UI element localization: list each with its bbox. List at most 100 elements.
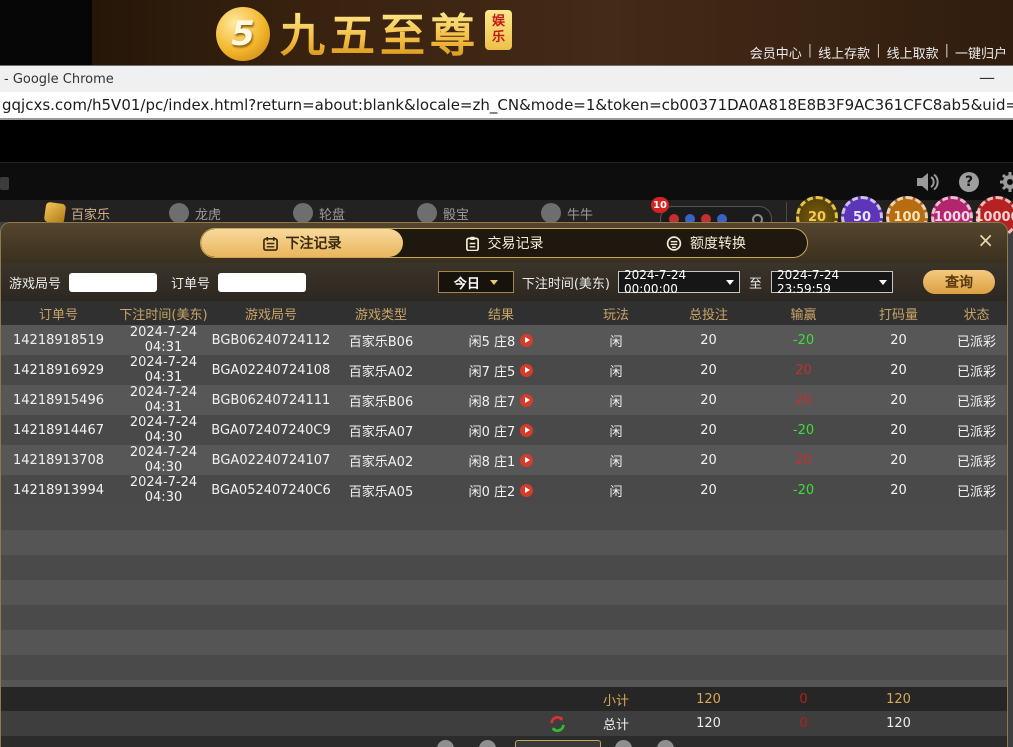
to-label: 至 (749, 273, 762, 292)
url-text[interactable]: gqjcxs.com/h5V01/pc/index.html?return=ab… (2, 96, 1013, 114)
nav-separator: | (876, 43, 880, 62)
cell-status: 已派彩 (946, 361, 1007, 380)
category-item-dragon-tiger[interactable]: 龙虎 (169, 203, 241, 223)
refresh-icon[interactable] (548, 715, 567, 733)
cell-game-type: 百家乐A07 (331, 421, 431, 440)
cell-total-bet: 20 (661, 423, 756, 438)
url-bar[interactable]: gqjcxs.com/h5V01/pc/index.html?return=ab… (0, 92, 1013, 120)
search-button[interactable]: 查询 (923, 270, 995, 294)
cell-play: 闲 (571, 331, 661, 350)
cell-status: 已派彩 (946, 421, 1007, 440)
header-win-loss: 输赢 (756, 304, 851, 323)
pagination-last-button[interactable] (657, 740, 674, 747)
category-label: 骰宝 (443, 204, 469, 223)
play-icon[interactable] (520, 364, 533, 377)
filter-bar: 游戏局号 订单号 今日 下注时间(美东) 2024-7-24 00:00:00 … (1, 263, 1007, 301)
play-icon[interactable] (520, 424, 533, 437)
game-round-label: 游戏局号 (9, 273, 61, 292)
play-icon[interactable] (520, 454, 533, 467)
nav-deposit[interactable]: 线上存款 (818, 43, 870, 62)
cell-play: 闲 (571, 361, 661, 380)
cell-play: 闲 (571, 391, 661, 410)
cell-status: 已派彩 (946, 451, 1007, 470)
cell-game-type: 百家乐B06 (331, 391, 431, 410)
pagination-next-button[interactable] (615, 740, 632, 747)
cell-bet-time: 2024-7-24 04:31 (116, 385, 211, 415)
table-row[interactable]: 14218913994 2024-7-24 04:30 BGA052407240… (1, 475, 1007, 505)
notification-badge: 10 (651, 197, 669, 213)
header-total-bet: 总投注 (661, 304, 756, 323)
table-row[interactable]: 14218914467 2024-7-24 04:30 BGA072407240… (1, 415, 1007, 445)
game-header: ? (0, 162, 1013, 200)
nav-member-center[interactable]: 会员中心 (750, 43, 802, 62)
game-round-input[interactable] (69, 273, 157, 292)
play-icon[interactable] (520, 394, 533, 407)
pagination-page-box[interactable] (515, 740, 601, 747)
chevron-down-icon (726, 280, 734, 285)
header-order-id: 订单号 (1, 304, 116, 323)
close-icon[interactable]: × (977, 230, 994, 250)
tab-credit-transfer[interactable]: 额度转换 (605, 229, 807, 257)
header-bet-time: 下注时间(美东) (116, 304, 211, 323)
start-time-select[interactable]: 2024-7-24 00:00:00 (618, 271, 740, 293)
result-text: 闲5 庄8 (469, 331, 516, 350)
category-item-roulette[interactable]: 轮盘 (293, 203, 365, 223)
logo-title: 九五至尊 (280, 7, 480, 65)
pagination-prev-button[interactable] (479, 740, 496, 747)
category-item-baccarat[interactable]: 百家乐 (45, 203, 117, 223)
order-input[interactable] (218, 273, 306, 292)
site-banner: 5 九五至尊 娱 乐 会员中心 | 线上存款 | 线上取款 | 一键归户 (0, 0, 1013, 65)
cell-total-bet: 20 (661, 483, 756, 498)
date-range-select[interactable]: 今日 (438, 271, 514, 293)
chevron-down-icon (490, 280, 498, 285)
subtotal-label: 小计 (571, 690, 661, 709)
table-row[interactable]: 14218913708 2024-7-24 04:30 BGA022407241… (1, 445, 1007, 475)
site-logo: 5 九五至尊 娱 乐 (216, 7, 512, 65)
category-label: 轮盘 (319, 204, 345, 223)
modal-header: 下注记录 交易记录 额度转换 × (1, 223, 1007, 263)
end-time-select[interactable]: 2024-7-24 23:59:59 (771, 271, 893, 293)
table-row[interactable]: 14218916929 2024-7-24 04:31 BGA022407241… (1, 355, 1007, 385)
result-text: 闲0 庄7 (469, 421, 516, 440)
header-game-type: 游戏类型 (331, 304, 431, 323)
subtotal-win: 0 (756, 692, 851, 707)
total-bet: 120 (661, 716, 756, 731)
total-row: 总计 120 0 120 (1, 711, 1007, 736)
cell-total-bet: 20 (661, 333, 756, 348)
cell-game-type: 百家乐A02 (331, 451, 431, 470)
table-row[interactable]: 14218918519 2024-7-24 04:31 BGB062407241… (1, 325, 1007, 355)
total-label: 总计 (571, 714, 661, 733)
cell-round-id: BGA02240724107 (211, 453, 331, 468)
table-row[interactable]: 14218915496 2024-7-24 04:31 BGB062407241… (1, 385, 1007, 415)
tab-bet-records[interactable]: 下注记录 (201, 229, 403, 257)
cell-play: 闲 (571, 421, 661, 440)
nav-withdraw[interactable]: 线上取款 (887, 43, 939, 62)
result-text: 闲8 庄7 (469, 391, 516, 410)
play-icon[interactable] (520, 484, 533, 497)
tab-transaction-records[interactable]: 交易记录 (403, 229, 605, 257)
category-label: 牛牛 (567, 204, 593, 223)
category-item-sicbo[interactable]: 骰宝 (417, 203, 489, 223)
cell-round-id: BGA072407240C9 (211, 423, 331, 438)
calendar-icon (263, 236, 278, 251)
clipped-left-icon (0, 177, 9, 190)
gear-icon[interactable] (999, 171, 1013, 193)
nav-one-key-transfer[interactable]: 一键归户 (955, 43, 1007, 62)
header-turnover: 打码量 (851, 304, 946, 323)
cell-total-bet: 20 (661, 453, 756, 468)
play-icon[interactable] (520, 334, 533, 347)
category-item-niuniu[interactable]: 牛牛 (541, 203, 613, 223)
cell-result: 闲0 庄2 (431, 481, 571, 500)
pagination-first-button[interactable] (437, 740, 454, 747)
subtotal-row: 小计 120 0 120 (1, 687, 1007, 711)
cell-result: 闲8 庄7 (431, 391, 571, 410)
help-icon[interactable]: ? (959, 172, 979, 192)
cell-turnover: 20 (851, 393, 946, 408)
speaker-icon[interactable] (915, 171, 939, 193)
minimize-button[interactable]: — (979, 68, 995, 87)
bet-records-modal: 下注记录 交易记录 额度转换 × (0, 222, 1008, 747)
window-titlebar: - Google Chrome — (0, 65, 1013, 92)
cell-order-id: 14218913994 (1, 483, 116, 498)
cell-win-loss: 20 (756, 393, 851, 408)
cell-play: 闲 (571, 451, 661, 470)
